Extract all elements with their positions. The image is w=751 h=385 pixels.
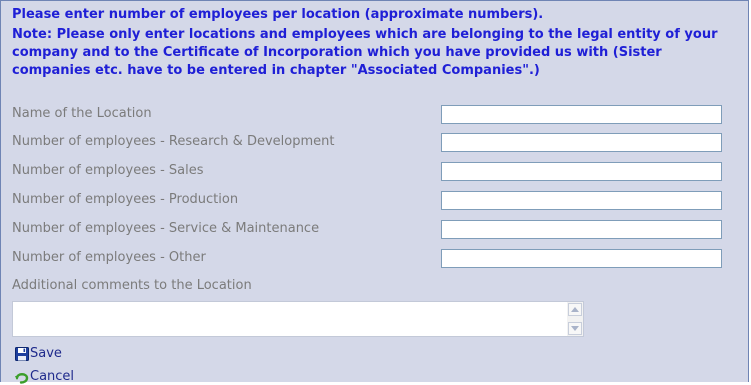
service-employees-input[interactable] xyxy=(441,220,722,239)
sales-employees-input[interactable] xyxy=(441,162,722,181)
instructions-note: Please enter number of employees per loc… xyxy=(12,6,742,80)
production-employees-label: Number of employees - Production xyxy=(12,192,239,207)
comments-box xyxy=(12,301,584,337)
other-employees-input[interactable] xyxy=(441,249,722,268)
rnd-employees-label: Number of employees - Research & Develop… xyxy=(12,134,335,149)
save-button[interactable]: Save xyxy=(15,346,62,362)
sales-employees-label: Number of employees - Sales xyxy=(12,163,204,178)
comments-label: Additional comments to the Location xyxy=(12,278,252,293)
scroll-down-button[interactable] xyxy=(568,322,582,335)
location-form-panel: Please enter number of employees per loc… xyxy=(0,0,749,384)
location-name-label: Name of the Location xyxy=(12,106,152,121)
instructions-heading: Please enter number of employees per loc… xyxy=(12,7,544,22)
undo-arrow-icon xyxy=(15,370,29,384)
chevron-up-icon xyxy=(571,307,579,312)
save-label: Save xyxy=(30,346,62,361)
scroll-up-button[interactable] xyxy=(568,303,582,316)
comments-textarea[interactable] xyxy=(13,302,568,336)
floppy-disk-icon xyxy=(15,347,29,361)
service-employees-label: Number of employees - Service & Maintena… xyxy=(12,221,320,236)
chevron-down-icon xyxy=(571,326,579,331)
rnd-employees-input[interactable] xyxy=(441,133,722,152)
comments-scrollbar[interactable] xyxy=(567,302,583,336)
location-name-input[interactable] xyxy=(441,105,722,124)
other-employees-label: Number of employees - Other xyxy=(12,250,206,265)
instructions-detail: Note: Please only enter locations and em… xyxy=(12,27,718,78)
production-employees-input[interactable] xyxy=(441,191,722,210)
